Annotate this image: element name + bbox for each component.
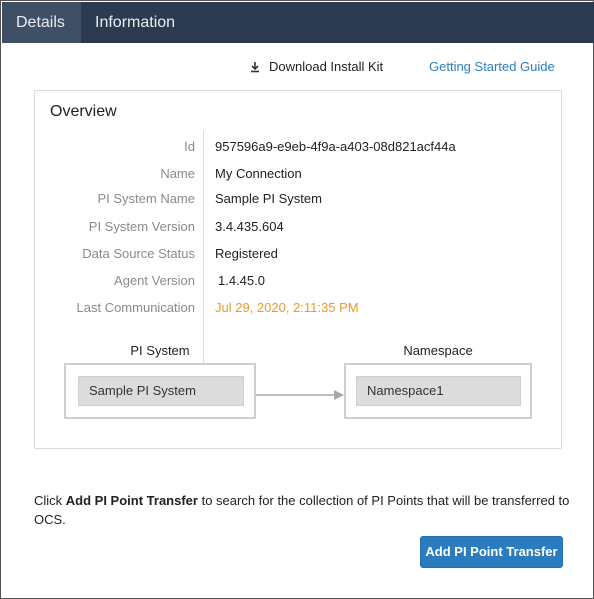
pi-system-value: Sample PI System [78,376,244,406]
details-panel: Details Information Download Install Kit… [0,0,594,599]
row-name: Name My Connection [35,166,563,186]
row-label: Data Source Status [82,246,195,261]
row-value: Sample PI System [215,191,322,206]
pi-system-box: Sample PI System [64,363,256,419]
namespace-box: Namespace1 [344,363,532,419]
toolbar-links: Download Install Kit Getting Started Gui… [1,59,594,79]
row-label: PI System Version [88,219,195,234]
row-id: Id 957596a9-e9eb-4f9a-a403-08d821acf44a [35,139,563,159]
add-pi-point-transfer-button[interactable]: Add PI Point Transfer [420,536,563,568]
row-value: 1.4.45.0 [218,273,265,288]
tab-information[interactable]: Information [81,2,201,43]
row-label: Agent Version [114,273,195,288]
pi-system-heading: PI System [130,343,190,358]
row-agent-version: Agent Version 1.4.45.0 [35,273,563,293]
footer-text-bold: Add PI Point Transfer [65,493,198,508]
row-value: Registered [215,246,278,261]
row-label: Id [184,139,195,154]
overview-card: Overview Id 957596a9-e9eb-4f9a-a403-08d8… [34,90,562,449]
download-install-kit-label: Download Install Kit [269,59,384,74]
download-icon [251,62,259,73]
overview-title: Overview [50,103,117,120]
footer-instructions: Click Add PI Point Transfer to search fo… [34,491,574,529]
row-pi-system-name: PI System Name Sample PI System [35,191,563,211]
mapping-arrow-icon [256,390,344,400]
last-communication-value: Jul 29, 2020, 2:11:35 PM [215,300,359,315]
tab-details[interactable]: Details [2,2,81,43]
row-label: Name [160,166,195,181]
row-last-communication: Last Communication Jul 29, 2020, 2:11:35… [35,300,563,320]
row-pi-system-version: PI System Version 3.4.435.604 [35,219,563,239]
row-label: PI System Name [97,191,195,206]
tab-bar: Details Information [2,2,594,43]
namespace-value: Namespace1 [356,376,521,406]
getting-started-guide-link[interactable]: Getting Started Guide [429,59,555,74]
row-value: My Connection [215,166,302,181]
row-value: 3.4.435.604 [215,219,284,234]
row-data-source-status: Data Source Status Registered [35,246,563,266]
row-value: 957596a9-e9eb-4f9a-a403-08d821acf44a [215,139,456,154]
footer-text-prefix: Click [34,493,66,508]
row-label: Last Communication [76,300,196,315]
namespace-heading: Namespace [403,343,473,358]
